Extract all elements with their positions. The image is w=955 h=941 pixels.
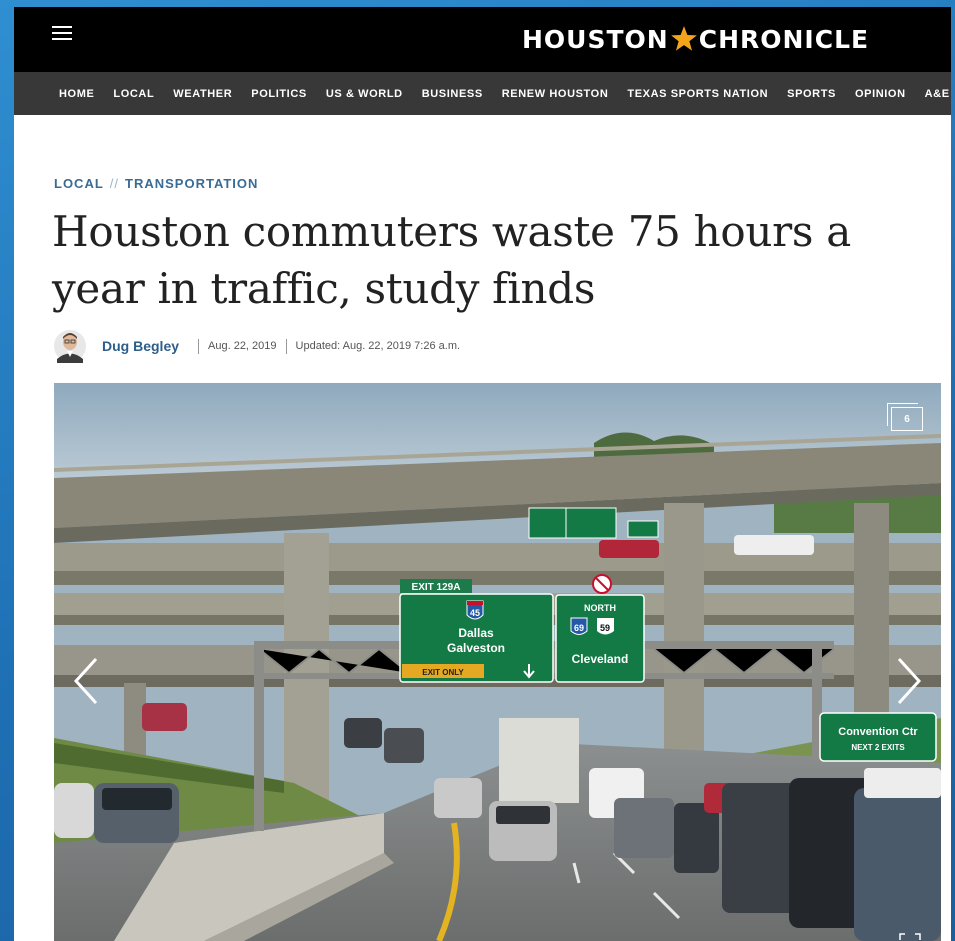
sign-galveston: Galveston <box>447 641 505 655</box>
logo-text-chronicle: CHRONICLE <box>698 24 870 54</box>
sign-exit-number: EXIT 129A <box>412 582 461 593</box>
author-avatar[interactable] <box>54 329 86 363</box>
logo-text-houston: HOUSTON <box>522 24 669 54</box>
author-name-link[interactable]: Dug Begley <box>102 338 179 354</box>
byline-divider-2 <box>285 338 287 354</box>
traffic-photo-image: EXIT 129A 45 Dallas Galveston EXIT ONLY … <box>54 383 941 941</box>
kicker-separator: // <box>109 176 120 191</box>
nav-item-business[interactable]: BUSINESS <box>422 88 483 100</box>
star-icon <box>670 26 697 51</box>
sign-exit-only: EXIT ONLY <box>422 668 464 677</box>
photo-count-badge[interactable]: 6 <box>887 403 923 431</box>
hamburger-menu-icon[interactable] <box>52 26 74 44</box>
byline: Dug Begley Aug. 22, 2019 Updated: Aug. 2… <box>54 329 460 363</box>
nav-item-politics[interactable]: POLITICS <box>251 88 307 100</box>
nav-item-ae[interactable]: A&E <box>925 88 950 100</box>
nav-item-us-world[interactable]: US & WORLD <box>326 88 403 100</box>
site-logo[interactable]: HOUSTON CHRONICLE <box>522 17 869 61</box>
nav-item-local[interactable]: LOCAL <box>113 88 154 100</box>
fullscreen-icon[interactable] <box>899 933 921 941</box>
site-header: HOUSTON CHRONICLE <box>14 7 951 72</box>
sign-us59: 59 <box>600 623 610 633</box>
sign-next-exits: NEXT 2 EXITS <box>851 743 905 752</box>
nav-item-opinion[interactable]: OPINION <box>855 88 906 100</box>
sign-us69: 69 <box>574 623 584 633</box>
photo-count: 6 <box>904 413 910 425</box>
updated-date: Updated: Aug. 22, 2019 7:26 a.m. <box>295 340 461 352</box>
nav-item-home[interactable]: HOME <box>59 88 94 100</box>
sign-north: NORTH <box>584 603 616 613</box>
article-kicker: LOCAL // TRANSPORTATION <box>54 176 258 191</box>
kicker-topic-link[interactable]: TRANSPORTATION <box>125 176 258 191</box>
nav-item-texas-sports-nation[interactable]: TEXAS SPORTS NATION <box>627 88 768 100</box>
nav-item-sports[interactable]: SPORTS <box>787 88 836 100</box>
kicker-section-link[interactable]: LOCAL <box>54 176 104 191</box>
sign-i45: 45 <box>470 608 480 618</box>
sign-cleveland: Cleveland <box>572 652 629 666</box>
chevron-left-icon[interactable] <box>68 651 108 711</box>
sign-convention: Convention Ctr <box>838 726 918 738</box>
chevron-right-icon[interactable] <box>887 651 927 711</box>
article-headline: Houston commuters waste 75 hours a year … <box>52 207 851 313</box>
nav-item-renew-houston[interactable]: RENEW HOUSTON <box>502 88 609 100</box>
page-frame: HOUSTON CHRONICLE HOME LOCAL WEATHER POL… <box>14 7 951 941</box>
publish-date: Aug. 22, 2019 <box>208 340 277 352</box>
nav-item-weather[interactable]: WEATHER <box>173 88 232 100</box>
main-nav: HOME LOCAL WEATHER POLITICS US & WORLD B… <box>14 72 951 115</box>
byline-divider <box>198 338 200 354</box>
sign-dallas: Dallas <box>458 626 494 640</box>
gallery-photo[interactable]: EXIT 129A 45 Dallas Galveston EXIT ONLY … <box>54 383 941 941</box>
